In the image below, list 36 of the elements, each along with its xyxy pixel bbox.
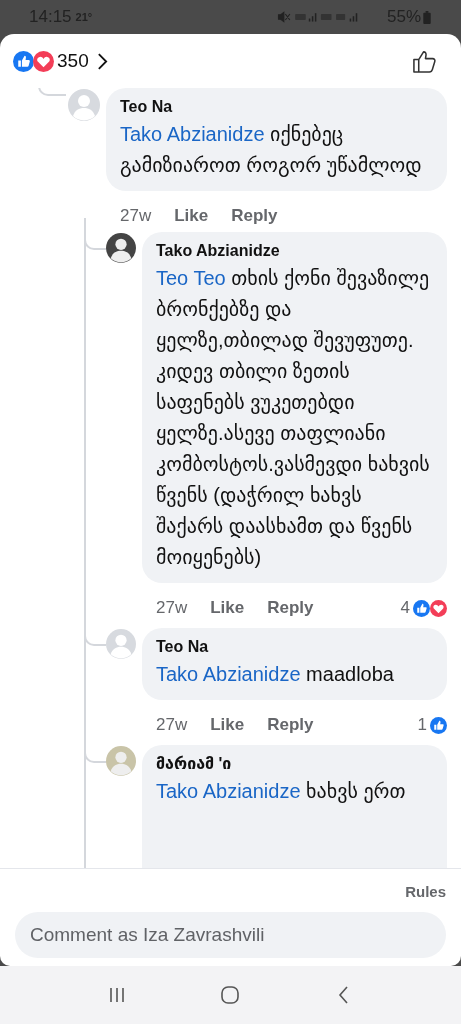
- author-name[interactable]: Teo Na: [156, 637, 433, 657]
- like-reaction-icon: [13, 50, 34, 72]
- reply-link[interactable]: Reply: [231, 206, 278, 226]
- rules-link[interactable]: Rules: [405, 883, 446, 900]
- mention-link[interactable]: Tako Abzianidze: [120, 123, 265, 145]
- mention-link[interactable]: Tako Abzianidze: [156, 780, 301, 802]
- reply-link[interactable]: Reply: [267, 715, 314, 735]
- comment-text: Tako Abzianidze ხახვს ერთ: [156, 779, 407, 805]
- comment-text: Tako Abzianidze maadloba: [156, 662, 395, 687]
- home-icon[interactable]: [220, 985, 241, 1005]
- author-name[interactable]: Teo Na: [120, 97, 433, 117]
- avatar-icon[interactable]: [106, 233, 136, 263]
- like-icon[interactable]: [412, 48, 437, 74]
- like-link[interactable]: Like: [174, 206, 209, 226]
- author-name[interactable]: Tako Abzianidze: [156, 241, 433, 261]
- like-link[interactable]: Like: [210, 598, 245, 618]
- comment-text: Teo Teo თხის ქონი შევაზილე ბრონქებზე და ყელზე,თბილად შევუფუთე. კიდევ თბილი ზეთის საფენებს ვუკეთებდი ყელზე.ასევე თაფლიანი კომბოსტოს.ვასმევდი ხახვის წვენს (დაჭრილ ხახვს შაქარს დაასხამთ და წვენს მოიყენებს): [156, 266, 431, 571]
- battery-icon: [423, 10, 431, 24]
- like-link[interactable]: Like: [210, 715, 245, 735]
- comment-text: Tako Abzianidze იქნებეც გამიზიაროთ როგორ უწამლოდ: [120, 122, 423, 179]
- chevron-right-icon[interactable]: [96, 51, 108, 71]
- like-reaction-icon: [413, 599, 430, 617]
- comment-time: 27w: [120, 206, 152, 226]
- love-reaction-icon: [430, 599, 447, 617]
- love-reaction-icon: [33, 50, 54, 72]
- reaction-count[interactable]: 350: [57, 50, 89, 72]
- reaction-count[interactable]: 1: [417, 715, 427, 735]
- comment-time: 27w: [156, 715, 188, 735]
- mention-link[interactable]: Tako Abzianidze: [156, 663, 301, 685]
- author-name[interactable]: მარიამ 'ი: [156, 754, 433, 774]
- reaction-count[interactable]: 4: [400, 598, 410, 618]
- like-reaction-icon: [430, 716, 447, 734]
- comment-input[interactable]: Comment as Iza Zavrashvili: [15, 912, 446, 958]
- mention-link[interactable]: Teo Teo: [156, 267, 226, 289]
- comment-time: 27w: [156, 598, 188, 618]
- reply-link[interactable]: Reply: [267, 598, 314, 618]
